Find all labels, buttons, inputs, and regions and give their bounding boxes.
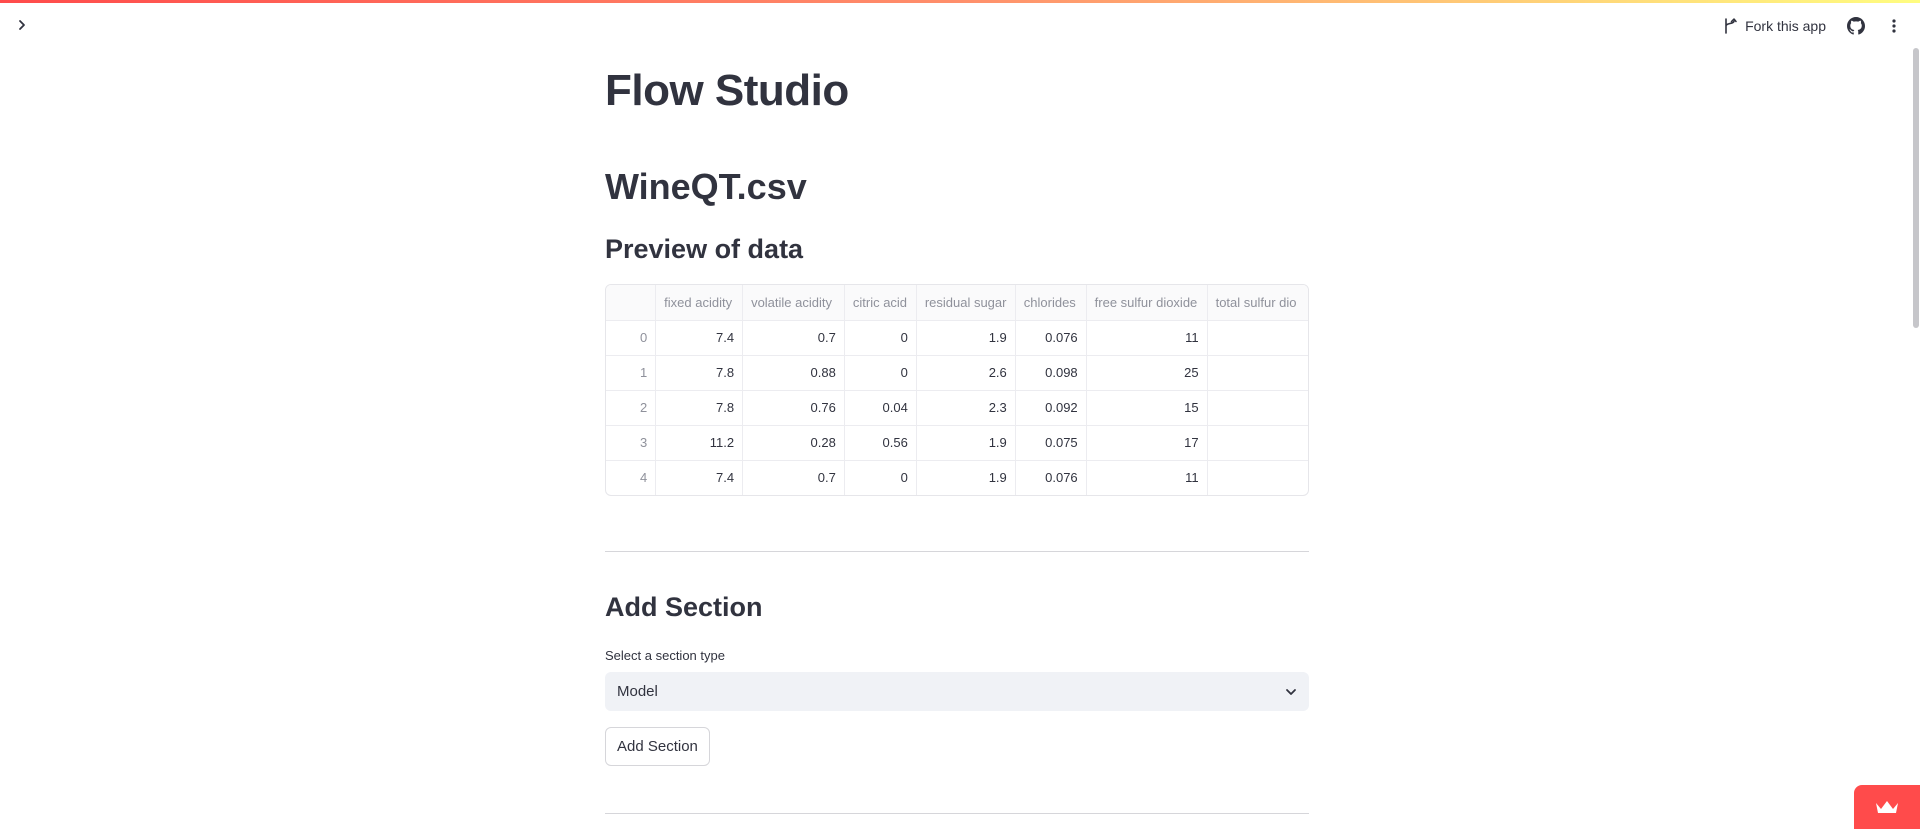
scrollbar-thumb[interactable] [1913, 48, 1919, 328]
section-type-select[interactable]: Model [605, 672, 1309, 711]
column-header[interactable]: residual sugar [916, 285, 1016, 321]
more-vertical-icon [1892, 19, 1896, 33]
main-menu-button[interactable] [1882, 14, 1906, 38]
table-cell[interactable]: 1.9 [916, 425, 1016, 461]
table-cell[interactable]: 11.2 [655, 425, 744, 461]
table-cell[interactable]: 11 [1086, 460, 1208, 495]
header-toolbar: Fork this app [1719, 11, 1906, 41]
table-cell[interactable]: 0.28 [742, 425, 845, 461]
column-header[interactable]: citric acid [844, 285, 917, 321]
table-cell[interactable]: 2.3 [916, 390, 1016, 426]
table-cell[interactable]: 15 [1086, 390, 1208, 426]
chevron-down-icon [1286, 688, 1296, 695]
column-header[interactable]: total sulfur dio [1207, 285, 1308, 321]
table-cell[interactable]: 0.076 [1015, 460, 1087, 495]
table-cell[interactable]: 0.56 [844, 425, 917, 461]
table-cell[interactable]: 25 [1086, 355, 1208, 391]
section-divider [605, 813, 1309, 814]
table-row: 1 7.8 0.88 0 2.6 0.098 25 [606, 355, 1308, 391]
table-cell[interactable]: 1.9 [916, 320, 1016, 356]
section-divider [605, 551, 1309, 552]
table-cell[interactable]: 7.4 [655, 460, 744, 495]
table-row: 4 7.4 0.7 0 1.9 0.076 11 [606, 460, 1308, 495]
table-cell[interactable] [1207, 460, 1308, 495]
table-cell[interactable]: 0.075 [1015, 425, 1087, 461]
table-row: 2 7.8 0.76 0.04 2.3 0.092 15 [606, 390, 1308, 426]
table-cell[interactable] [1207, 355, 1308, 391]
table-header-row: fixed acidity volatile acidity citric ac… [606, 285, 1308, 321]
table-cell[interactable]: 0.7 [742, 320, 845, 356]
sidebar-expand-button[interactable] [12, 15, 32, 35]
section-type-label: Select a section type [605, 648, 725, 663]
table-cell[interactable]: 0.098 [1015, 355, 1087, 391]
table-cell[interactable]: 11 [1086, 320, 1208, 356]
table-cell[interactable]: 0.04 [844, 390, 917, 426]
table-cell[interactable]: 0 [844, 355, 917, 391]
add-section-button[interactable]: Add Section [605, 727, 710, 766]
table-cell[interactable]: 0.076 [1015, 320, 1087, 356]
fork-app-button[interactable]: Fork this app [1719, 14, 1830, 38]
chevron-right-icon [19, 20, 25, 30]
row-index: 4 [606, 460, 657, 495]
column-header[interactable]: fixed acidity [655, 285, 744, 321]
github-button[interactable] [1844, 14, 1868, 38]
preview-heading: Preview of data [605, 234, 804, 264]
table-cell[interactable]: 2.6 [916, 355, 1016, 391]
column-header[interactable]: free sulfur dioxide [1086, 285, 1208, 321]
app-header: Fork this app [0, 3, 1920, 51]
streamlit-badge[interactable] [1854, 785, 1920, 829]
row-index: 3 [606, 425, 657, 461]
row-index: 2 [606, 390, 657, 426]
data-preview-table[interactable]: fixed acidity volatile acidity citric ac… [605, 284, 1309, 496]
column-header-index [606, 285, 657, 321]
table-row: 3 11.2 0.28 0.56 1.9 0.075 17 [606, 425, 1308, 461]
github-icon [1847, 17, 1865, 35]
table-cell[interactable]: 0.76 [742, 390, 845, 426]
section-type-value: Model [617, 683, 658, 700]
fork-icon [1725, 18, 1737, 34]
table-row: 0 7.4 0.7 0 1.9 0.076 11 [606, 320, 1308, 356]
file-name-heading: WineQT.csv [605, 166, 807, 207]
table-cell[interactable]: 7.4 [655, 320, 744, 356]
crown-icon [1876, 801, 1898, 813]
table-cell[interactable] [1207, 425, 1308, 461]
table-cell[interactable] [1207, 390, 1308, 426]
column-header[interactable]: chlorides [1015, 285, 1087, 321]
table-cell[interactable] [1207, 320, 1308, 356]
row-index: 0 [606, 320, 657, 356]
table-cell[interactable]: 0.7 [742, 460, 845, 495]
add-section-heading: Add Section [605, 592, 763, 622]
column-header[interactable]: volatile acidity [742, 285, 845, 321]
table-cell[interactable]: 0.88 [742, 355, 845, 391]
table-cell[interactable]: 7.8 [655, 355, 744, 391]
page-title: Flow Studio [605, 66, 849, 115]
row-index: 1 [606, 355, 657, 391]
fork-app-label: Fork this app [1745, 18, 1826, 34]
table-cell[interactable]: 0.092 [1015, 390, 1087, 426]
table-cell[interactable]: 17 [1086, 425, 1208, 461]
table-cell[interactable]: 0 [844, 320, 917, 356]
table-cell[interactable]: 7.8 [655, 390, 744, 426]
table-cell[interactable]: 0 [844, 460, 917, 495]
table-cell[interactable]: 1.9 [916, 460, 1016, 495]
